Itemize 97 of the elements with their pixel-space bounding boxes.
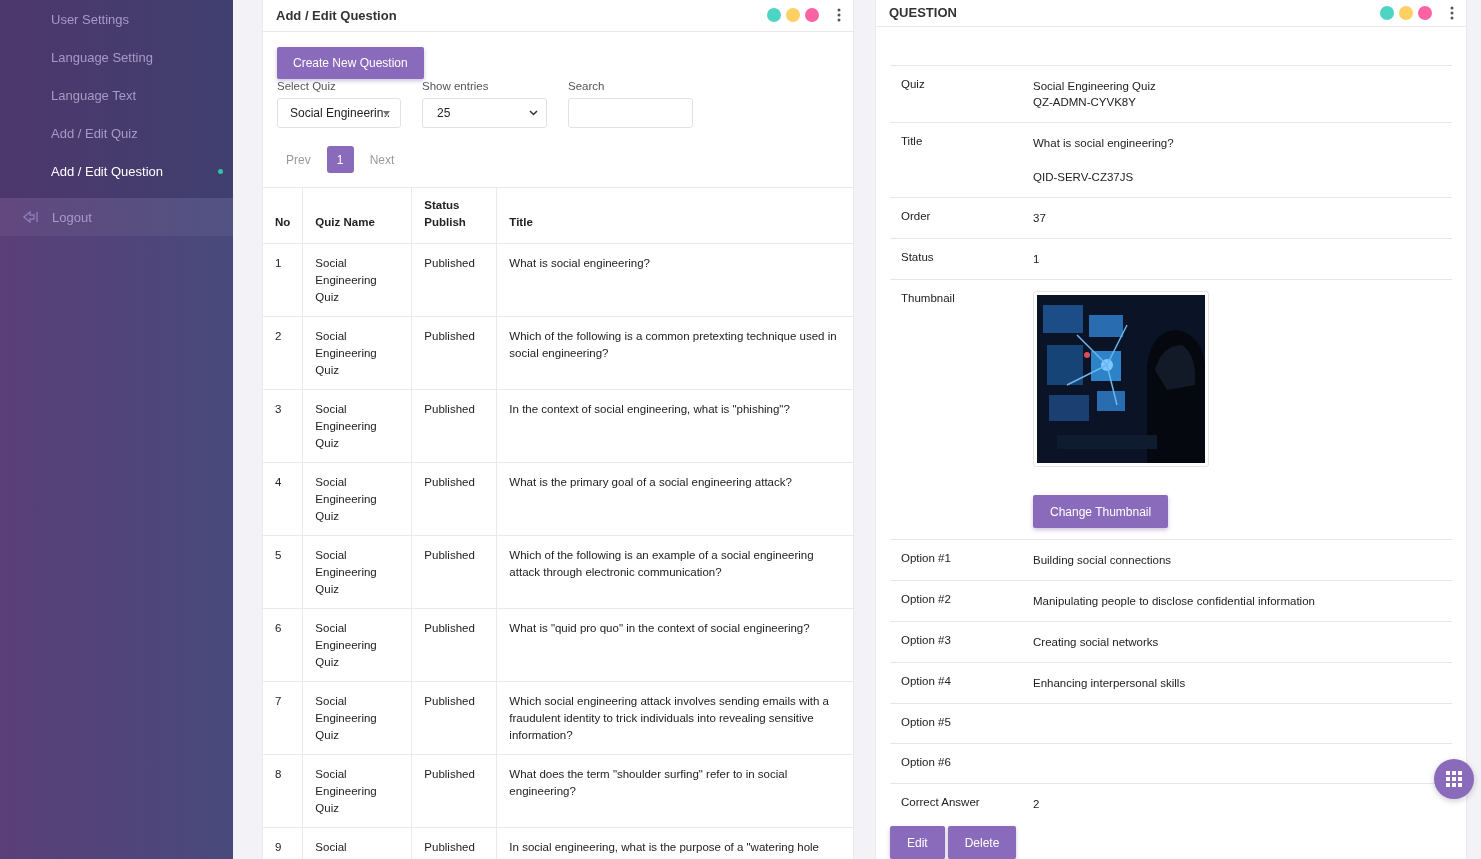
table-cell: Social Engineering Quiz bbox=[315, 257, 377, 303]
window-dot[interactable] bbox=[1418, 5, 1432, 20]
field-value: Building social connections bbox=[1033, 553, 1172, 568]
table-cell: 3 bbox=[275, 403, 282, 415]
table-cell: 9 bbox=[275, 841, 282, 853]
table-cell: Social Engineering Quiz bbox=[315, 768, 377, 814]
field-label: Option #1 bbox=[901, 552, 952, 566]
window-dot[interactable] bbox=[767, 8, 781, 22]
field-value: QID-SERV-CZ37JS bbox=[1033, 170, 1134, 185]
field-value: What is social engineering? bbox=[1033, 136, 1174, 151]
sidebar-item[interactable]: User Settings bbox=[0, 0, 233, 38]
action-button[interactable]: Edit bbox=[890, 826, 945, 859]
card-title: Add / Edit Question bbox=[276, 7, 397, 23]
field-value: Enhancing interpersonal skills bbox=[1033, 676, 1186, 691]
table-cell: Published bbox=[424, 622, 475, 634]
table-cell: 2 bbox=[275, 330, 282, 342]
more-icon[interactable] bbox=[1450, 5, 1454, 20]
field-label: Option #3 bbox=[901, 634, 952, 648]
field-label: Status bbox=[901, 251, 935, 265]
field-label: Order bbox=[901, 210, 932, 224]
field-value: 2 bbox=[1033, 797, 1040, 812]
search-field[interactable] bbox=[568, 98, 693, 128]
prev-link[interactable]: Prev bbox=[286, 152, 311, 167]
field-value: 1 bbox=[1033, 252, 1040, 267]
more-icon[interactable] bbox=[837, 8, 841, 22]
table-cell: Social Engineering Quiz bbox=[315, 403, 377, 449]
column-header: Quiz Name bbox=[315, 216, 375, 228]
table-cell: Social Engineering Quiz bbox=[315, 330, 377, 376]
field-value: 37 bbox=[1033, 211, 1046, 226]
logout-icon bbox=[23, 211, 39, 223]
table-cell: Social Engineering Quiz bbox=[315, 695, 377, 741]
field-label: Option #4 bbox=[901, 675, 952, 689]
table-cell: What is social engineering? bbox=[509, 257, 650, 269]
sidebar-item[interactable]: Language Setting bbox=[0, 38, 233, 76]
table-cell: 6 bbox=[275, 622, 282, 634]
table-cell: What is the primary goal of a social engineering attack? bbox=[509, 476, 792, 488]
next-link[interactable]: Next bbox=[369, 152, 395, 167]
card-title: QUESTION bbox=[889, 5, 957, 20]
page-button[interactable]: 1 bbox=[326, 146, 354, 173]
table-cell: 4 bbox=[275, 476, 282, 488]
logout-link[interactable]: Logout bbox=[0, 198, 233, 236]
table-cell: Social Engineering Quiz bbox=[315, 476, 377, 522]
table-cell: Which of the following is an example of a social engineering attack through electronic communication? bbox=[509, 549, 814, 578]
create-question-button[interactable]: Create New Question bbox=[277, 47, 424, 79]
window-dot[interactable] bbox=[786, 8, 800, 22]
table-cell: Social Engineering Quiz bbox=[315, 549, 377, 595]
table-cell: Social Engineering Quiz bbox=[315, 622, 377, 668]
field-value: Manipulating people to disclose confidential information bbox=[1033, 594, 1315, 609]
field-label: Option #5 bbox=[901, 716, 952, 730]
field-value: Social Engineering Quiz bbox=[1033, 79, 1156, 94]
field-label: Thumbnail bbox=[901, 292, 956, 306]
table-cell: 5 bbox=[275, 549, 282, 561]
table-cell: What is "quid pro quo" in the context of social engineering? bbox=[509, 622, 810, 634]
field-value: QZ-ADMN-CYVK8Y bbox=[1033, 95, 1136, 110]
field-label: Option #6 bbox=[901, 756, 952, 770]
table-cell: 8 bbox=[275, 768, 282, 780]
table-cell: Which social engineering attack involves sending emails with a fraudulent identity to trick individuals into revealing sensitive information? bbox=[509, 695, 829, 741]
field-label: Search bbox=[568, 80, 606, 92]
column-header: Title bbox=[509, 216, 533, 228]
column-header: Status Publish bbox=[424, 199, 466, 228]
table-cell: Published bbox=[424, 549, 475, 561]
field-label: Select Quiz bbox=[277, 80, 337, 92]
grid-icon bbox=[1446, 771, 1462, 787]
table-cell: Published bbox=[424, 257, 475, 269]
field-label: Show entries bbox=[422, 80, 490, 92]
action-button[interactable]: Delete bbox=[947, 826, 1017, 859]
table-cell: In the context of social engineering, what is "phishing"? bbox=[509, 403, 790, 415]
table-cell: 7 bbox=[275, 695, 282, 707]
change-thumbnail-button[interactable]: Change Thumbnail bbox=[1033, 495, 1169, 528]
table-cell: 1 bbox=[275, 257, 282, 269]
field-label: Option #2 bbox=[901, 593, 952, 607]
table-cell: Social bbox=[315, 841, 347, 853]
table-cell: What does the term "shoulder surfing" refer to in social engineering? bbox=[509, 768, 788, 797]
table-cell: In social engineering, what is the purpose of a "watering hole bbox=[509, 841, 819, 853]
window-dot[interactable] bbox=[805, 8, 819, 22]
quiz-select[interactable]: Social Engineerin.. bbox=[277, 98, 401, 128]
table-cell: Published bbox=[424, 330, 475, 342]
window-dot[interactable] bbox=[1380, 5, 1394, 20]
active-dot-icon bbox=[218, 168, 223, 174]
table-cell: Published bbox=[424, 476, 475, 488]
sidebar-item[interactable]: Add / Edit Quiz bbox=[0, 114, 233, 152]
field-label: Quiz bbox=[901, 78, 926, 92]
column-header: No bbox=[275, 216, 291, 228]
table-cell: Published bbox=[424, 841, 475, 853]
table-cell: Published bbox=[424, 403, 475, 415]
sidebar-item[interactable]: Add / Edit Question bbox=[0, 152, 233, 190]
table-cell: Published bbox=[424, 768, 475, 780]
field-label: Correct Answer bbox=[901, 796, 981, 810]
table-cell: Which of the following is a common pretexting technique used in social engineering? bbox=[509, 330, 837, 359]
field-label: Title bbox=[901, 135, 924, 149]
entries-select[interactable]: 25 bbox=[422, 98, 547, 128]
sidebar-item[interactable]: Language Text bbox=[0, 76, 233, 114]
caret-icon bbox=[383, 110, 390, 116]
chevron-down-icon bbox=[529, 110, 538, 116]
table-cell: Published bbox=[424, 695, 475, 707]
field-value: Creating social networks bbox=[1033, 635, 1159, 650]
window-dot[interactable] bbox=[1399, 5, 1413, 20]
